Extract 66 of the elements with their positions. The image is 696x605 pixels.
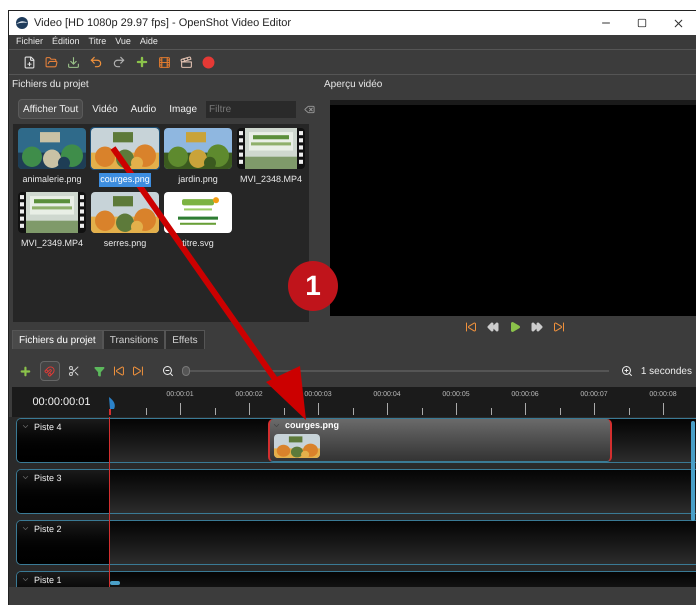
file-name[interactable]: serres.png <box>102 236 148 250</box>
jump-end-icon[interactable] <box>553 321 565 333</box>
filter-field[interactable]: Filtre <box>206 100 296 118</box>
scissors-icon[interactable] <box>68 365 80 377</box>
redo-icon[interactable] <box>112 55 126 69</box>
scrollbar-thumb[interactable] <box>110 581 120 585</box>
add-icon[interactable] <box>135 55 149 69</box>
file-name[interactable]: jardin.png <box>177 173 219 186</box>
track-name: Piste 3 <box>34 472 62 485</box>
film-icon[interactable] <box>158 56 171 68</box>
folder-icon[interactable] <box>45 56 58 68</box>
record-icon[interactable] <box>202 56 215 68</box>
collapse-icon[interactable] <box>21 422 30 431</box>
fast-forward-icon[interactable] <box>531 321 543 333</box>
file-name[interactable]: titre.svg <box>181 236 215 250</box>
save-icon[interactable] <box>67 56 80 68</box>
track-name: Piste 1 <box>34 574 62 587</box>
next-marker-icon[interactable] <box>132 365 144 377</box>
window-title: Video [HD 1080p 29.97 fps] - OpenShot Video Editor <box>34 16 292 31</box>
close-icon <box>672 16 684 30</box>
collapse-icon[interactable] <box>21 524 30 533</box>
collapse-icon[interactable] <box>21 473 30 482</box>
zoom-in-icon[interactable] <box>620 365 633 377</box>
file-name[interactable]: MVI_2348.MP4 <box>238 173 304 186</box>
slider-thumb[interactable] <box>182 366 190 376</box>
maximize-icon <box>637 18 647 28</box>
menu-item[interactable]: Édition <box>52 35 80 49</box>
zoom-out-icon[interactable] <box>162 365 174 377</box>
app-logo-icon <box>15 16 29 30</box>
filter-tab[interactable]: Vidéo <box>88 99 122 119</box>
magnet-icon <box>44 366 56 376</box>
panel-tab[interactable]: Effets <box>165 330 205 349</box>
clip-name: courges.png <box>285 419 340 432</box>
scrollbar-thumb[interactable] <box>691 421 695 521</box>
menu-item[interactable]: Vue <box>115 35 131 49</box>
jump-start-icon[interactable] <box>465 321 477 333</box>
zoom-label: 1 secondes <box>640 364 692 378</box>
filter-tab[interactable]: Afficher Tout <box>18 99 84 119</box>
timecode: 00:00:00:01 <box>32 394 91 410</box>
previous-marker-icon[interactable] <box>112 365 124 377</box>
file-name[interactable]: MVI_2349.MP4 <box>20 236 84 250</box>
undo-icon[interactable] <box>89 55 103 69</box>
new-file-icon[interactable] <box>23 56 36 68</box>
menu-item[interactable]: Fichier <box>16 35 44 49</box>
add-track-icon[interactable] <box>19 364 32 378</box>
filter-tab[interactable]: Image <box>165 99 202 119</box>
menu-item[interactable]: Aide <box>140 35 158 49</box>
clear-icon[interactable] <box>304 104 316 114</box>
play-icon[interactable] <box>509 321 521 333</box>
track-name: Piste 4 <box>34 421 62 434</box>
panel-title: Fichiers du projet <box>12 78 89 92</box>
filter-tab[interactable]: Audio <box>126 99 160 119</box>
timeline-clip[interactable]: courges.png <box>268 419 612 462</box>
marker-icon[interactable] <box>94 366 105 376</box>
panel-title: Aperçu vidéo <box>324 78 382 92</box>
panel-tab[interactable]: Transitions <box>102 330 166 349</box>
track-name: Piste 2 <box>34 523 62 536</box>
snap-button[interactable] <box>40 361 60 381</box>
panel-tab[interactable]: Fichiers du projet <box>12 330 103 349</box>
rewind-icon[interactable] <box>487 321 499 333</box>
file-name[interactable]: animalerie.png <box>21 173 83 186</box>
menu-item[interactable]: Titre <box>88 35 106 49</box>
clapperboard-icon[interactable] <box>180 56 193 68</box>
zoom-slider[interactable] <box>182 366 609 376</box>
collapse-icon[interactable] <box>21 575 30 584</box>
playhead-icon[interactable] <box>109 397 117 415</box>
